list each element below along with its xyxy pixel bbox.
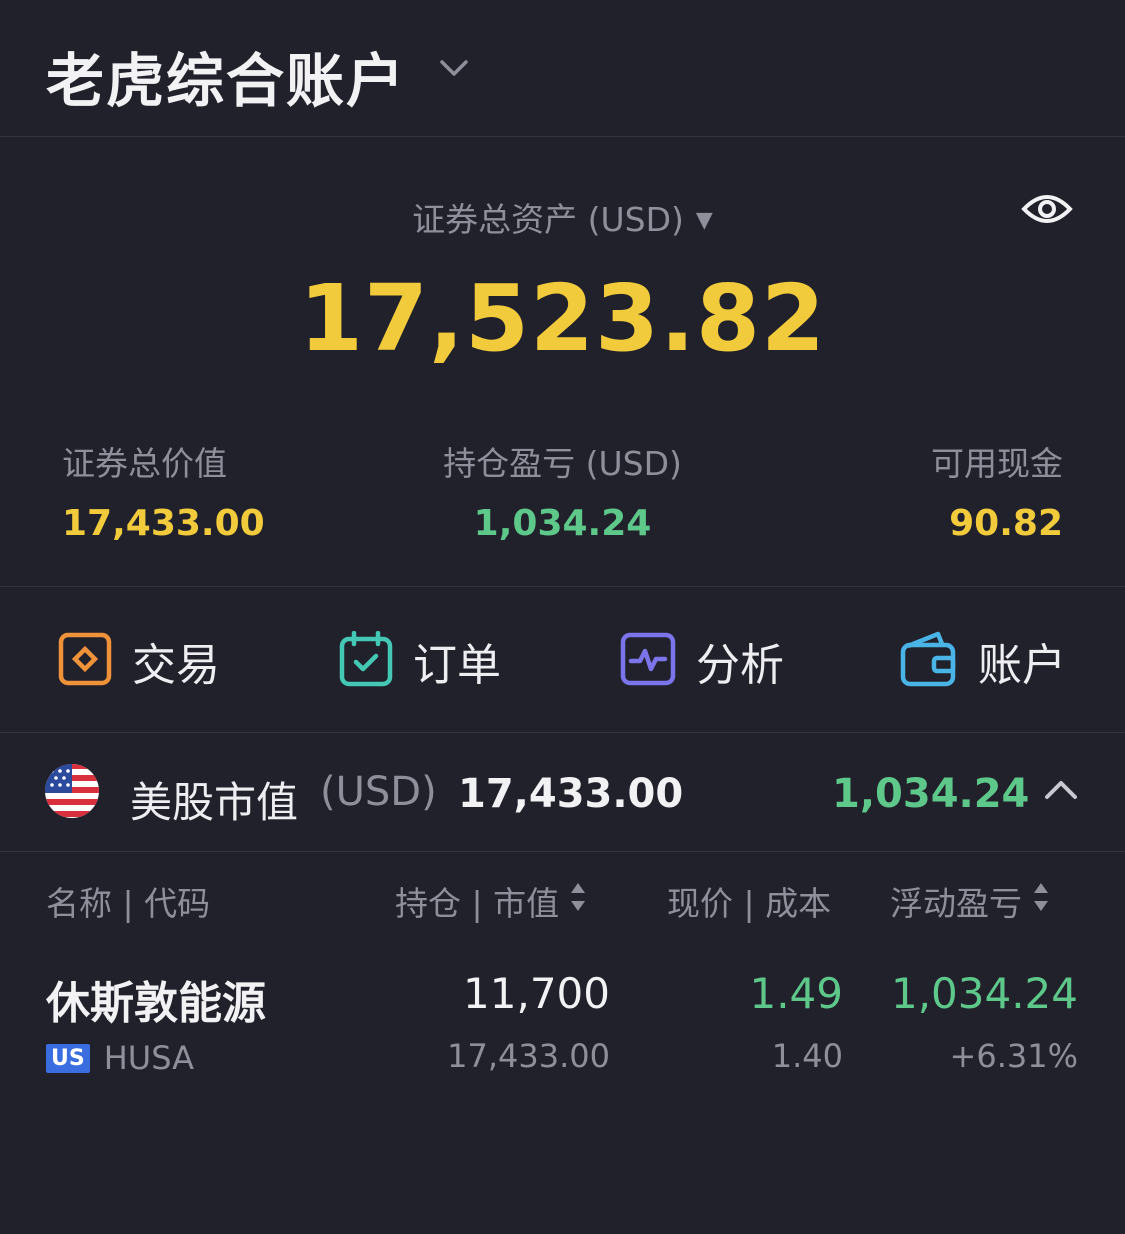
column-position-value[interactable]: 持仓 | 市值 — [395, 877, 587, 925]
holding-ticker: HUSA — [103, 1039, 194, 1077]
holding-cost: 1.40 — [771, 1037, 843, 1075]
us-flag-icon — [44, 763, 100, 823]
action-analysis-button[interactable]: 分析 — [620, 629, 784, 693]
total-assets-value: 17,523.82 — [299, 265, 826, 372]
market-name: 美股市值 — [130, 778, 299, 827]
action-label: 账户 — [978, 640, 1066, 691]
action-label: 分析 — [696, 640, 784, 691]
wallet-icon — [900, 630, 958, 692]
main-content: 证券总资产 (USD) ▼ 17,523.82 证券总价值 17,433.00 持… — [0, 137, 1125, 1234]
holding-quantity: 11,700 — [463, 969, 610, 1018]
stat-label: 可用现金 — [931, 444, 1063, 483]
calendar-check-icon — [339, 630, 393, 691]
chart-pulse-icon — [620, 632, 676, 690]
account-header: 老虎综合账户 — [0, 0, 1125, 136]
sort-icon — [1032, 880, 1050, 922]
divider — [0, 851, 1125, 852]
total-assets-label[interactable]: 证券总资产 (USD) ▼ — [0, 193, 1125, 241]
market-pnl: 1,034.24 — [832, 771, 1030, 817]
triangle-down-icon: ▼ — [695, 208, 713, 233]
column-name-code: 名称 | 代码 — [46, 884, 211, 923]
market-badge: US — [46, 1043, 90, 1073]
holding-market-value: 17,433.00 — [447, 1037, 610, 1075]
action-orders-button[interactable]: 订单 — [339, 629, 501, 693]
column-float-pnl[interactable]: 浮动盈亏 — [890, 877, 1050, 925]
sort-icon — [569, 880, 587, 922]
market-unit: (USD) — [320, 769, 437, 815]
chevron-up-icon[interactable] — [1044, 777, 1078, 805]
action-account-button[interactable]: 账户 — [900, 629, 1066, 693]
holding-pnl: 1,034.24 — [890, 969, 1078, 1018]
trade-icon — [58, 632, 112, 690]
action-label: 交易 — [132, 640, 220, 691]
column-price-cost: 现价 | 成本 — [667, 884, 832, 923]
eye-icon[interactable] — [1021, 189, 1073, 233]
holding-name: 休斯敦能源 — [46, 978, 266, 1029]
stat-available-cash: 可用现金 90.82 — [931, 437, 1063, 544]
holding-market: US HUSA — [46, 1039, 194, 1077]
us-market-row[interactable]: 美股市值 (USD) 17,433.00 1,034.24 — [0, 733, 1125, 851]
chevron-down-icon[interactable] — [438, 52, 470, 88]
action-label: 订单 — [413, 640, 501, 691]
action-bar: 交易 订单 分析 账户 — [0, 587, 1125, 732]
action-trade-button[interactable]: 交易 — [58, 629, 220, 693]
holding-price: 1.49 — [749, 969, 843, 1018]
account-title[interactable]: 老虎综合账户 — [46, 34, 406, 118]
holding-pnl-percent: +6.31% — [949, 1037, 1078, 1075]
market-value: 17,433.00 — [458, 771, 684, 817]
stat-value: 90.82 — [949, 503, 1063, 544]
